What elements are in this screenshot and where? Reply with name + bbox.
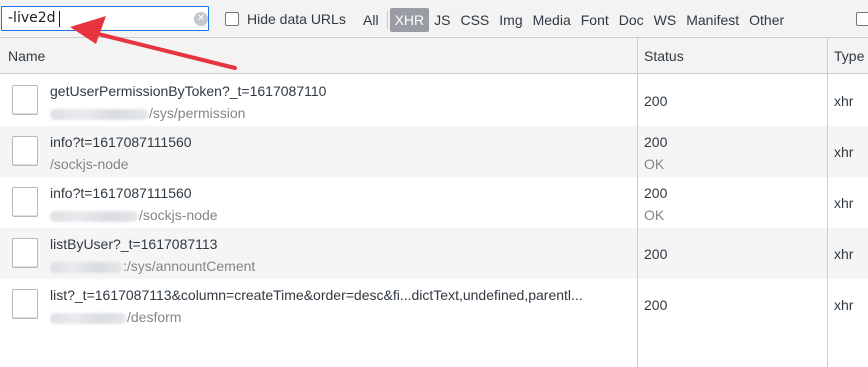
type-filter-media[interactable]: Media (528, 8, 576, 32)
column-header-type[interactable]: Type (834, 48, 864, 64)
type-filter-divider (386, 11, 388, 29)
table-row[interactable]: list?_t=1617087113&column=createTime&ord… (0, 279, 868, 330)
document-icon (12, 187, 38, 217)
hide-data-urls-checkbox[interactable] (225, 12, 239, 26)
request-status: 200 (644, 297, 668, 313)
redacted-host (50, 312, 126, 324)
table-row[interactable]: info?t=1617087111560 /sockjs-node 200 OK… (0, 126, 868, 177)
document-icon (12, 136, 38, 166)
type-filter-img[interactable]: Img (494, 8, 527, 32)
request-path: /sockjs-node (50, 207, 218, 223)
redacted-host (50, 210, 138, 222)
redacted-host (50, 261, 122, 273)
request-name: list?_t=1617087113&column=createTime&ord… (50, 287, 583, 303)
table-row[interactable]: info?t=1617087111560 /sockjs-node 200 OK… (0, 177, 868, 228)
request-path-text: /sys/permission (149, 105, 246, 121)
request-type: xhr (834, 195, 854, 211)
requests-table: Name Status Type getUserPermissionByToke… (0, 38, 868, 367)
table-row[interactable]: listByUser?_t=1617087113 :/sys/annountCe… (0, 228, 868, 279)
request-name: info?t=1617087111560 (50, 185, 192, 201)
request-status-text: OK (644, 156, 665, 172)
type-filter-doc[interactable]: Doc (614, 8, 649, 32)
request-path-text: /desform (127, 309, 182, 325)
request-status: 200 (644, 246, 668, 262)
request-type: xhr (834, 246, 854, 262)
request-status: 200 (644, 185, 668, 201)
request-type: xhr (834, 297, 854, 313)
type-filter-other[interactable]: Other (744, 8, 789, 32)
column-divider[interactable] (637, 38, 638, 367)
document-icon (12, 289, 38, 319)
filter-toolbar: -live2d ✕ Hide data URLs All XHR JS CSS … (0, 0, 868, 38)
table-header: Name Status Type (0, 38, 868, 74)
type-filter-ws[interactable]: WS (649, 8, 682, 32)
column-header-name[interactable]: Name (8, 48, 45, 64)
type-filter-xhr[interactable]: XHR (389, 8, 430, 32)
resource-type-filters: All XHR JS CSS Img Media Font Doc WS Man… (358, 8, 789, 32)
request-name: info?t=1617087111560 (50, 134, 192, 150)
hide-data-urls-toggle[interactable]: Hide data URLs (225, 10, 346, 28)
request-path-text: :/sys/annountCement (123, 258, 256, 274)
column-header-status[interactable]: Status (644, 48, 684, 64)
request-type: xhr (834, 144, 854, 160)
table-row[interactable]: getUserPermissionByToken?_t=1617087110 /… (0, 75, 868, 126)
request-name: getUserPermissionByToken?_t=1617087110 (50, 83, 327, 99)
document-icon (12, 85, 38, 115)
type-filter-font[interactable]: Font (576, 8, 614, 32)
request-path: /desform (50, 309, 181, 325)
request-path: /sockjs-node (50, 156, 129, 172)
request-path: /sys/permission (50, 105, 245, 121)
request-type: xhr (834, 93, 854, 109)
document-icon (12, 238, 38, 268)
filter-value[interactable]: -live2d (8, 10, 56, 26)
request-status: 200 (644, 134, 668, 150)
type-filter-all[interactable]: All (358, 8, 384, 32)
redacted-host (50, 108, 148, 120)
request-path: :/sys/annountCement (50, 258, 255, 274)
type-filter-css[interactable]: CSS (455, 8, 494, 32)
filter-input[interactable]: -live2d ✕ (1, 6, 209, 31)
request-status: 200 (644, 93, 668, 109)
text-caret (59, 11, 60, 27)
hide-data-urls-label: Hide data URLs (247, 11, 346, 27)
request-name: listByUser?_t=1617087113 (50, 236, 218, 252)
blocked-requests-checkbox[interactable] (856, 12, 868, 26)
request-path-text: /sockjs-node (139, 207, 218, 223)
clear-icon[interactable]: ✕ (194, 12, 208, 26)
type-filter-js[interactable]: JS (429, 8, 455, 32)
type-filter-manifest[interactable]: Manifest (681, 8, 744, 32)
column-divider[interactable] (827, 38, 828, 367)
request-status-text: OK (644, 207, 665, 223)
